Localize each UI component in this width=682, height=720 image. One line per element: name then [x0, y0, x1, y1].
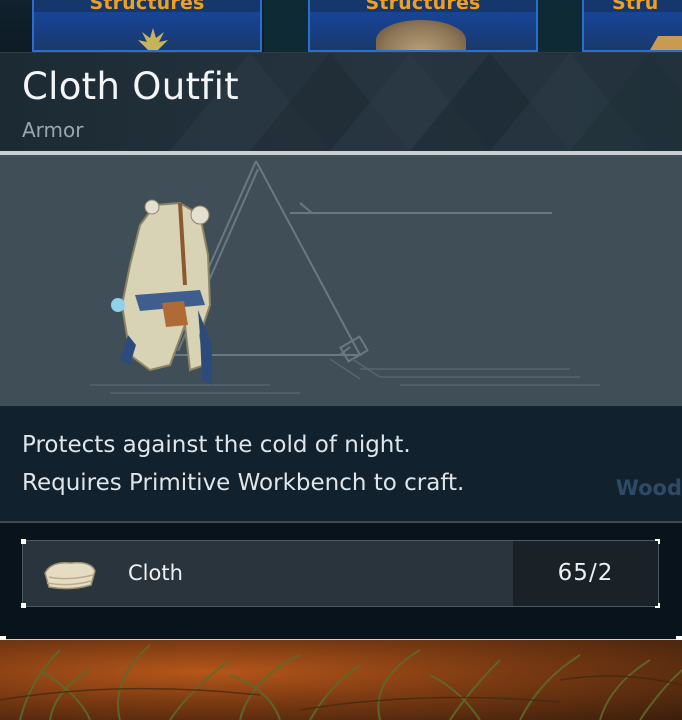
category-label: Structures — [365, 0, 481, 14]
category-tile-structures-1[interactable]: Structures — [32, 0, 262, 52]
cloth-outfit-icon — [111, 199, 212, 385]
grass-decoration — [0, 644, 682, 720]
description-line: Protects against the cold of night. — [22, 432, 411, 458]
category-label: Structures — [89, 0, 205, 14]
item-type: Armor — [22, 118, 84, 142]
item-header: Cloth Outfit Armor — [0, 53, 682, 151]
category-tile-structures-2[interactable]: Structures — [308, 0, 538, 52]
item-detail-panel: Cloth Outfit Armor Protects against the … — [0, 52, 682, 642]
strip-gap — [264, 0, 308, 52]
material-row-cloth[interactable]: Cloth 65/2 — [21, 539, 660, 608]
strip-gap — [538, 0, 582, 52]
wood-plank-icon — [649, 36, 682, 50]
background-label: Wood — [615, 476, 682, 500]
material-count: 65/2 — [557, 560, 614, 586]
description-line: Requires Primitive Workbench to craft. — [22, 470, 465, 496]
category-label: Stru — [612, 0, 659, 14]
corner-marker — [21, 603, 26, 608]
plant-icon — [138, 28, 168, 50]
corner-marker — [21, 539, 26, 544]
category-tile-structures-3[interactable]: Stru — [582, 0, 682, 52]
section-separator — [0, 521, 682, 523]
cloth-icon — [44, 561, 96, 590]
log-icon — [376, 20, 466, 50]
item-preview — [0, 155, 682, 406]
ground-scene — [0, 640, 682, 720]
material-count-box: 65/2 — [513, 541, 658, 606]
item-description: Protects against the cold of night. Requ… — [0, 406, 682, 521]
build-category-strip: Structures Structures Stru — [0, 0, 682, 52]
material-name: Cloth — [128, 561, 183, 585]
item-title: Cloth Outfit — [22, 65, 239, 108]
